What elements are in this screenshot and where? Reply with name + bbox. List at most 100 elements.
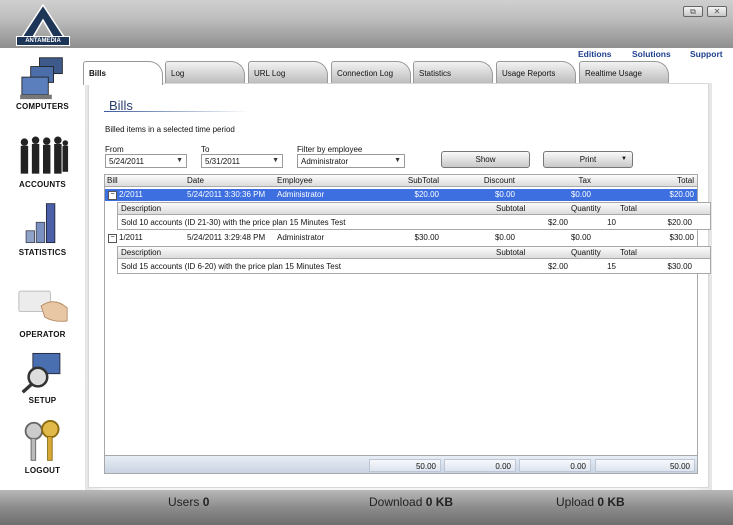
to-date-value: 5/31/2011 (205, 157, 240, 166)
bill-number: 1/2011 (119, 233, 143, 242)
sidebar-item-statistics[interactable]: STATISTICS (0, 202, 85, 257)
tab-connection-log[interactable]: Connection Log (331, 61, 411, 83)
item-col-quantity[interactable]: Quantity (571, 204, 601, 213)
col-total[interactable]: Total (677, 176, 694, 185)
col-date[interactable]: Date (187, 176, 204, 185)
bill-discount: $0.00 (494, 233, 515, 242)
sidebar-label-statistics: STATISTICS (18, 248, 67, 257)
item-subtotal: $2.00 (547, 218, 568, 227)
tab-url-log[interactable]: URL Log (248, 61, 328, 83)
sidebar-label-computers: COMPUTERS (16, 102, 69, 111)
item-col-quantity[interactable]: Quantity (571, 248, 601, 257)
download-status: Download 0 KB (369, 495, 453, 509)
tab-log[interactable]: Log (165, 61, 245, 83)
col-bill[interactable]: Bill (107, 176, 118, 185)
bill-total: $30.00 (669, 233, 694, 242)
from-label: From (105, 145, 124, 154)
logout-keys-icon (24, 420, 59, 461)
collapse-icon[interactable]: − (108, 191, 117, 200)
tab-usage-reports[interactable]: Usage Reports (496, 61, 576, 83)
chevron-down-icon: ▼ (176, 157, 183, 164)
footer-total: 50.00 (595, 459, 695, 472)
item-col-total[interactable]: Total (620, 248, 637, 257)
footer-discount: 0.00 (444, 459, 516, 472)
users-status: Users 0 (168, 495, 209, 509)
chevron-down-icon: ▼ (394, 157, 401, 164)
items-header: Description Subtotal Quantity Total (118, 247, 710, 259)
setup-icon (21, 352, 60, 394)
antamedia-logo: ANTAMEDIA (16, 3, 70, 46)
item-col-subtotal[interactable]: Subtotal (496, 248, 525, 257)
brand-text: ANTAMEDIA (16, 36, 70, 46)
bill-discount: $0.00 (494, 190, 515, 199)
table-row[interactable]: − 1/2011 5/24/2011 3:29:48 PM Administra… (105, 232, 697, 244)
users-value: 0 (202, 495, 210, 509)
title-bar: ANTAMEDIA ⧉ ✕ (0, 0, 733, 48)
item-quantity: 10 (607, 218, 616, 227)
col-employee[interactable]: Employee (277, 176, 313, 185)
operator-icon (17, 290, 68, 322)
support-link[interactable]: Support (690, 49, 723, 59)
collapse-icon[interactable]: − (108, 234, 117, 243)
to-date-picker[interactable]: 5/31/2011 ▼ (201, 154, 283, 168)
sidebar-label-setup: SETUP (28, 396, 57, 405)
solutions-link[interactable]: Solutions (632, 49, 671, 59)
from-date-picker[interactable]: 5/24/2011 ▼ (105, 154, 187, 168)
sidebar-item-computers[interactable]: COMPUTERS (0, 56, 85, 111)
download-label: Download (369, 495, 423, 509)
list-item[interactable]: Sold 10 accounts (ID 21-30) with the pri… (118, 217, 710, 229)
page-subtitle: Billed items in a selected time period (105, 125, 235, 134)
tab-realtime-usage[interactable]: Realtime Usage (579, 61, 669, 83)
col-tax[interactable]: Tax (579, 176, 591, 185)
col-subtotal[interactable]: SubTotal (408, 176, 439, 185)
statistics-icon (25, 203, 55, 244)
upload-status: Upload 0 KB (556, 495, 625, 509)
logo-a-icon (20, 3, 66, 38)
print-button[interactable]: Print ▼ (543, 151, 633, 168)
bill-total: $20.00 (669, 190, 694, 199)
editions-link[interactable]: Editions (578, 49, 612, 59)
sidebar-item-accounts[interactable]: ACCOUNTS (0, 134, 85, 189)
item-col-subtotal[interactable]: Subtotal (496, 204, 525, 213)
users-label: Users (168, 495, 200, 509)
bill-items-grid: Description Subtotal Quantity Total Sold… (117, 246, 711, 274)
bill-date: 5/24/2011 3:30:36 PM (187, 190, 266, 199)
footer-tax: 0.00 (519, 459, 591, 472)
employee-filter-value: Administrator (301, 157, 349, 166)
tab-bills[interactable]: Bills (83, 61, 163, 85)
items-header: Description Subtotal Quantity Total (118, 203, 710, 215)
tab-statistics[interactable]: Statistics (413, 61, 493, 83)
to-label: To (201, 145, 210, 154)
bill-tax: $0.00 (570, 190, 591, 199)
col-discount[interactable]: Discount (484, 176, 515, 185)
restore-button[interactable]: ⧉ (683, 6, 703, 17)
item-subtotal: $2.00 (547, 262, 568, 271)
item-col-description[interactable]: Description (121, 248, 161, 257)
list-item[interactable]: Sold 15 accounts (ID 6-20) with the pric… (118, 261, 710, 273)
sidebar-item-logout[interactable]: LOGOUT (0, 420, 85, 475)
bill-subtotal: $30.00 (414, 233, 439, 242)
item-col-total[interactable]: Total (620, 204, 637, 213)
item-total: $30.00 (667, 262, 692, 271)
footer-bar: 50.00 0.00 0.00 50.00 (105, 455, 697, 473)
bill-employee: Administrator (277, 190, 325, 199)
close-button[interactable]: ✕ (707, 6, 727, 17)
bill-subtotal: $20.00 (414, 190, 439, 199)
grid-header: Bill Date Employee SubTotal Discount Tax… (105, 175, 697, 187)
bill-items-grid: Description Subtotal Quantity Total Sold… (117, 202, 711, 230)
from-date-value: 5/24/2011 (109, 157, 144, 166)
sidebar-item-setup[interactable]: SETUP (0, 350, 85, 405)
sidebar-label-accounts: ACCOUNTS (19, 180, 66, 189)
item-col-description[interactable]: Description (121, 204, 161, 213)
sidebar-label-operator: OPERATOR (19, 330, 66, 339)
computers-icon (19, 57, 63, 100)
grid-footer: 50.00 0.00 0.00 50.00 (105, 455, 697, 473)
print-dropdown-icon: ▼ (621, 156, 627, 162)
employee-filter-select[interactable]: Administrator ▼ (297, 154, 405, 168)
sidebar-item-operator[interactable]: OPERATOR (0, 284, 85, 339)
employee-filter-label: Filter by employee (297, 145, 363, 154)
table-row[interactable]: − 2/2011 5/24/2011 3:30:36 PM Administra… (105, 189, 697, 201)
sidebar: COMPUTERS ACCOUNTS STATISTICS OPERATOR S… (0, 48, 85, 490)
show-button[interactable]: Show (441, 151, 530, 168)
item-total: $20.00 (667, 218, 692, 227)
